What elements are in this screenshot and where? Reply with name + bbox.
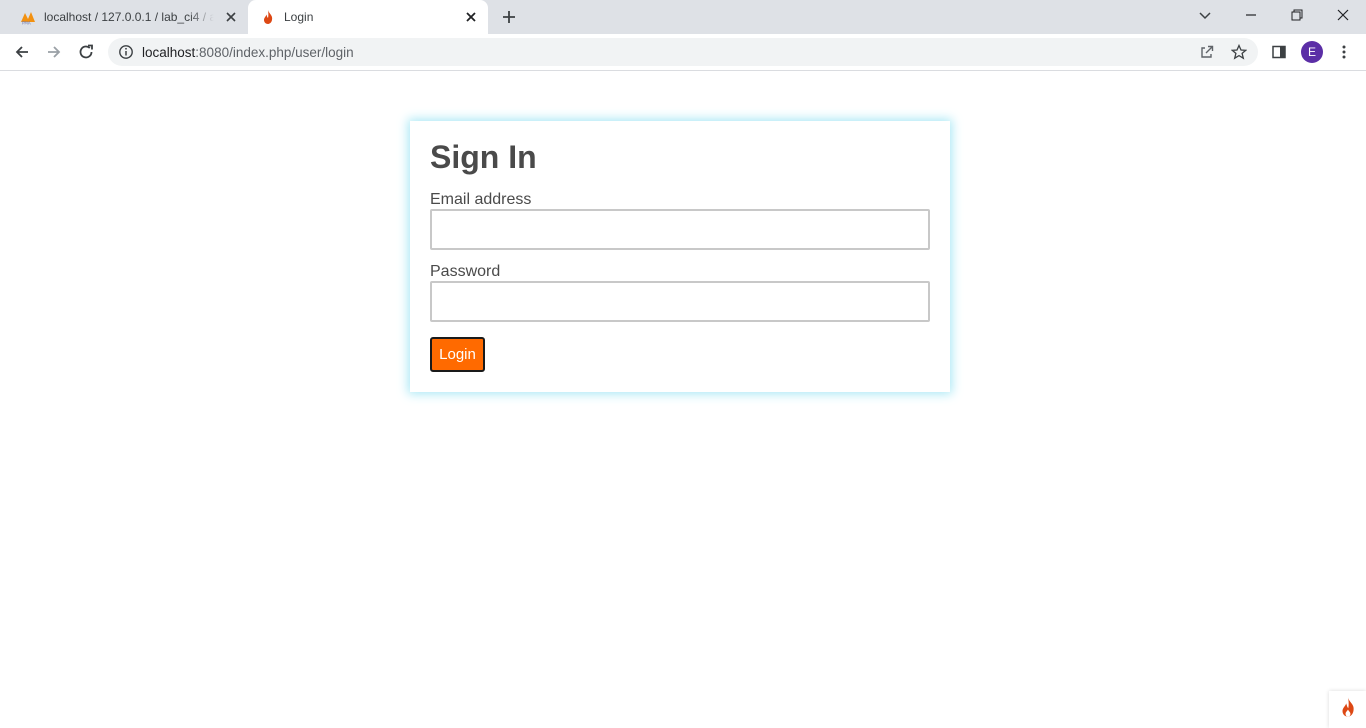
profile-avatar[interactable]: E — [1301, 41, 1323, 63]
share-icon[interactable] — [1199, 44, 1215, 60]
site-info-icon[interactable] — [118, 44, 134, 60]
close-tab-icon[interactable] — [464, 10, 478, 24]
address-bar[interactable]: localhost:8080/index.php/user/login — [108, 38, 1258, 66]
restore-icon[interactable] — [1274, 0, 1320, 30]
codeigniter-flame-icon — [1338, 696, 1358, 723]
tab-phpmyadmin[interactable]: PMA localhost / 127.0.0.1 / lab_ci4 / ar — [8, 0, 248, 34]
email-label: Email address — [430, 191, 532, 208]
close-window-icon[interactable] — [1320, 0, 1366, 30]
password-field[interactable] — [430, 281, 930, 322]
svg-text:PMA: PMA — [22, 21, 31, 26]
email-field[interactable] — [430, 209, 930, 250]
tab-strip: PMA localhost / 127.0.0.1 / lab_ci4 / ar… — [0, 0, 1366, 34]
new-tab-icon[interactable] — [500, 8, 518, 26]
tab-search-chevron-icon[interactable] — [1182, 0, 1228, 30]
phpmyadmin-icon: PMA — [20, 9, 36, 26]
kebab-menu-icon[interactable] — [1332, 40, 1356, 64]
codeigniter-flame-icon — [260, 9, 276, 25]
tab-title: Login — [284, 10, 314, 24]
tab-title: localhost / 127.0.0.1 / lab_ci4 / ar — [44, 10, 214, 24]
url-path: :8080/index.php/user/login — [195, 45, 354, 60]
browser-toolbar: localhost:8080/index.php/user/login E — [0, 34, 1366, 71]
forward-icon[interactable] — [42, 40, 66, 64]
password-label: Password — [430, 263, 501, 280]
login-button[interactable]: Login — [430, 337, 485, 372]
tab-login[interactable]: Login — [248, 0, 488, 34]
back-icon[interactable] — [10, 40, 34, 64]
debug-toolbar-toggle[interactable] — [1329, 691, 1366, 728]
login-card: Sign In Email address Password Login — [410, 121, 950, 392]
side-panel-icon[interactable] — [1267, 40, 1291, 64]
bookmark-star-icon[interactable] — [1230, 43, 1248, 60]
url-text: localhost:8080/index.php/user/login — [142, 45, 354, 60]
reload-icon[interactable] — [74, 40, 98, 64]
page-title: Sign In — [430, 139, 537, 175]
minimize-icon[interactable] — [1228, 0, 1274, 30]
close-tab-icon[interactable] — [224, 10, 238, 24]
url-host: localhost — [142, 45, 196, 60]
